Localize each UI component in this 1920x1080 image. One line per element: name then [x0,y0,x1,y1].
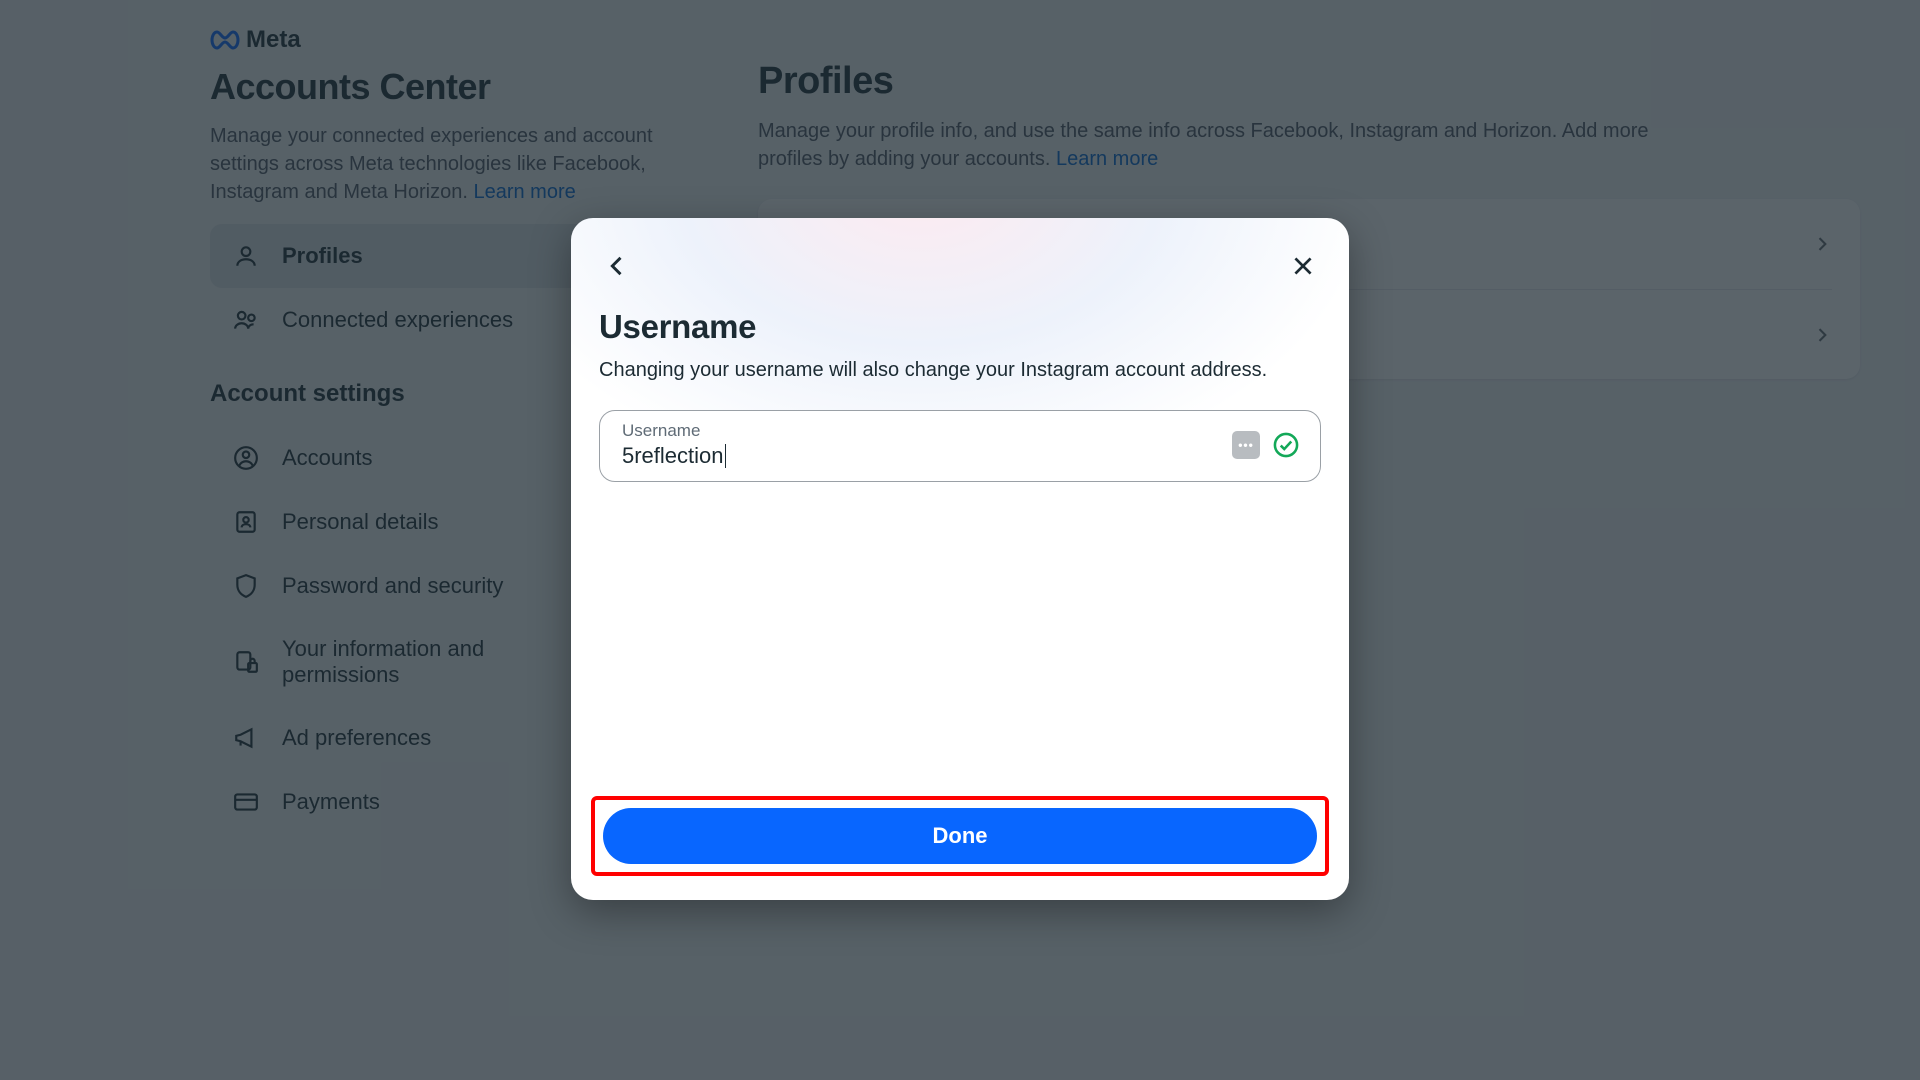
chevron-left-icon [603,252,631,280]
modal-subtitle: Changing your username will also change … [599,356,1321,384]
done-button-highlight: Done [591,796,1329,876]
check-circle-icon [1272,431,1300,459]
modal-header [599,246,1321,286]
modal-container: Username Changing your username will als… [0,0,1920,1080]
done-button[interactable]: Done [603,808,1317,864]
password-manager-icon[interactable]: ••• [1232,431,1260,459]
close-icon [1290,253,1316,279]
text-cursor [725,444,727,468]
username-field[interactable]: Username 5reflection ••• [599,410,1321,482]
username-input-wrap: Username 5reflection [622,421,1220,469]
username-input[interactable]: 5reflection [622,443,1220,469]
username-field-label: Username [622,421,1220,441]
username-modal: Username Changing your username will als… [571,218,1349,900]
username-input-value: 5reflection [622,443,724,469]
back-button[interactable] [599,248,635,284]
close-button[interactable] [1285,248,1321,284]
modal-title: Username [599,308,1321,346]
